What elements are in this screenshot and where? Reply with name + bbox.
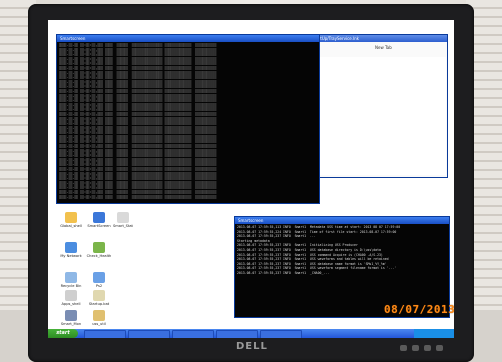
- monitor-screen: file:///C:/Documents and Settings/All Us…: [48, 20, 454, 338]
- taskbar-button[interactable]: [84, 330, 126, 338]
- desktop-icon-label: SmartScreen: [87, 224, 111, 228]
- desktop-icon-label: uss_util: [92, 322, 106, 326]
- taskbar-button[interactable]: [128, 330, 170, 338]
- desktop-icon-image: [93, 272, 105, 283]
- desktop-icon[interactable]: SmartScreen: [86, 212, 112, 228]
- desktop-icon[interactable]: Global_shell: [58, 212, 84, 228]
- desktop-icon-label: Startup.bat: [88, 302, 110, 306]
- desktop-icon-image: [93, 242, 105, 253]
- desktop-icon-image: [65, 242, 77, 253]
- start-button[interactable]: start: [48, 329, 78, 338]
- desktop-icon-label: Apps_shell: [61, 302, 81, 306]
- desktop-icon-label: Check_Health: [86, 254, 112, 258]
- back-window-list: [319, 57, 446, 175]
- camera-date-stamp: 08/07/2013: [384, 303, 456, 316]
- desktop-icon-label: Ps2: [95, 284, 103, 288]
- taskbar-button[interactable]: [216, 330, 258, 338]
- desktop-icon-image: [93, 212, 105, 223]
- monitor-power-button: [436, 345, 443, 351]
- desktop-icon-image: [93, 290, 105, 301]
- monitor-button: [400, 345, 407, 351]
- desktop-icon-image: [93, 310, 105, 321]
- desktop-icon-image: [117, 212, 129, 223]
- desktop-icon-label: Smart_Stat: [113, 224, 133, 228]
- desktop-icon[interactable]: Ps2: [86, 272, 112, 288]
- main-window-title: Smartscreen: [57, 35, 319, 42]
- desktop-icon-label: My Network: [60, 254, 82, 258]
- desktop-icon[interactable]: Check_Health: [86, 242, 112, 258]
- main-console-output: ░░░░-░░-░░ ░░:░░:░░,░░░ ░░░░ ░░░░░░ ░░░░…: [57, 42, 319, 203]
- desktop-icon-image: [65, 272, 77, 283]
- desktop-icon-image: [65, 212, 77, 223]
- desktop-icon[interactable]: My Network: [58, 242, 84, 258]
- desktop-icon-label: Recycle Bin: [60, 284, 82, 288]
- console-line: 2013-08-07 17:59:55,237 INFO Smart1 _CHA…: [237, 270, 330, 275]
- taskbar-button[interactable]: [172, 330, 214, 338]
- main-console-window[interactable]: Smartscreen ░░░░-░░-░░ ░░:░░:░░,░░░ ░░░░…: [56, 34, 320, 204]
- desktop-icon-image: [65, 290, 77, 301]
- desktop-icon[interactable]: Apps_shell: [58, 290, 84, 306]
- monitor-button: [424, 345, 431, 351]
- desktop-icon[interactable]: Startup.bat: [86, 290, 112, 306]
- taskbar: start: [48, 329, 454, 338]
- desktop-icon[interactable]: uss_util: [86, 310, 112, 326]
- desktop-icon[interactable]: Smart_Stat: [110, 212, 136, 228]
- desktop-icon[interactable]: Smart_Mon: [58, 310, 84, 326]
- desktop-icon-label: Smart_Mon: [60, 322, 82, 326]
- taskbar-button[interactable]: [260, 330, 302, 338]
- desktop-icon-image: [65, 310, 77, 321]
- small-window-title: Smartscreen: [235, 217, 449, 224]
- desktop-icon-label: Global_shell: [60, 224, 82, 228]
- monitor-brand-logo: DELL: [236, 341, 268, 352]
- desktop-icon[interactable]: Recycle Bin: [58, 272, 84, 288]
- back-window-tab[interactable]: New Tab: [375, 45, 392, 50]
- monitor-button: [412, 345, 419, 351]
- system-tray[interactable]: [414, 329, 454, 338]
